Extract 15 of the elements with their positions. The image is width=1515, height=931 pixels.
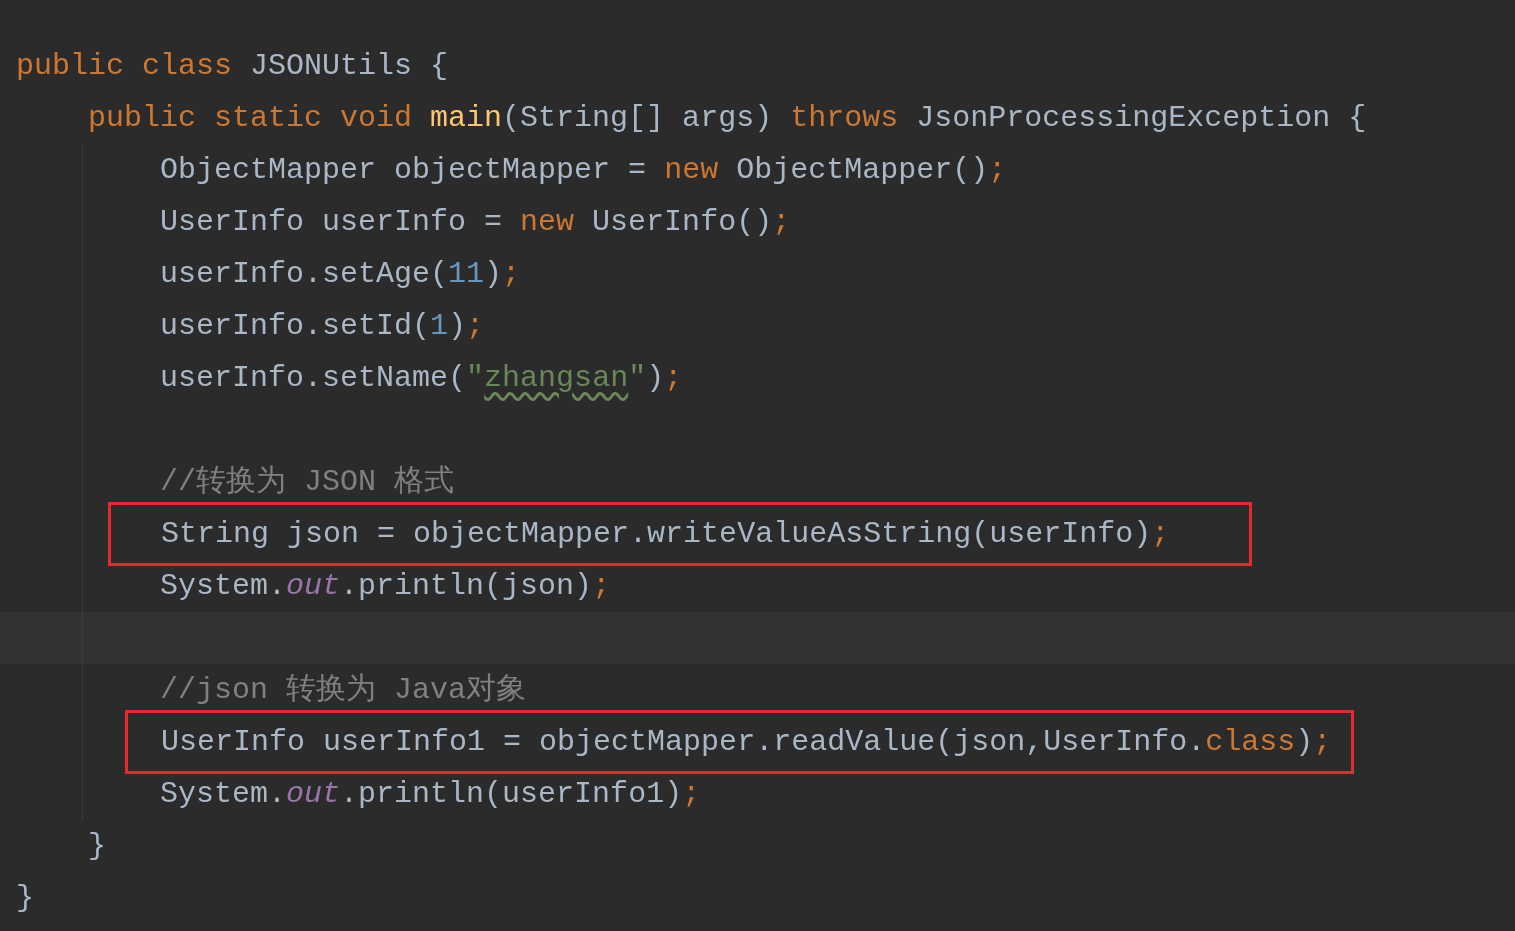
code-comment: //json 转换为 Java对象 xyxy=(160,673,527,707)
code-line: userInfo.setId(1); xyxy=(160,309,485,343)
code-line: String json = objectMapper.writeValueAsString(userInfo); xyxy=(161,517,1170,551)
code-line: public static void main(String[] args) throws JsonProcessingException { xyxy=(88,101,1367,135)
code-line: ObjectMapper objectMapper = new ObjectMapper(); xyxy=(160,153,1007,187)
code-line: UserInfo userInfo1 = objectMapper.readValue(json,UserInfo.class); xyxy=(161,725,1332,759)
code-line: public class JSONUtils { xyxy=(16,49,449,83)
code-line: userInfo.setName("zhangsan"); xyxy=(160,361,683,395)
code-line: } xyxy=(16,881,34,915)
code-comment: //转换为 JSON 格式 xyxy=(160,465,455,499)
code-line: System.out.println(json); xyxy=(160,569,611,603)
code-line: UserInfo userInfo = new UserInfo(); xyxy=(160,205,791,239)
code-line: System.out.println(userInfo1); xyxy=(160,777,701,811)
code-line: } xyxy=(88,829,107,863)
code-line: userInfo.setAge(11); xyxy=(160,257,521,291)
